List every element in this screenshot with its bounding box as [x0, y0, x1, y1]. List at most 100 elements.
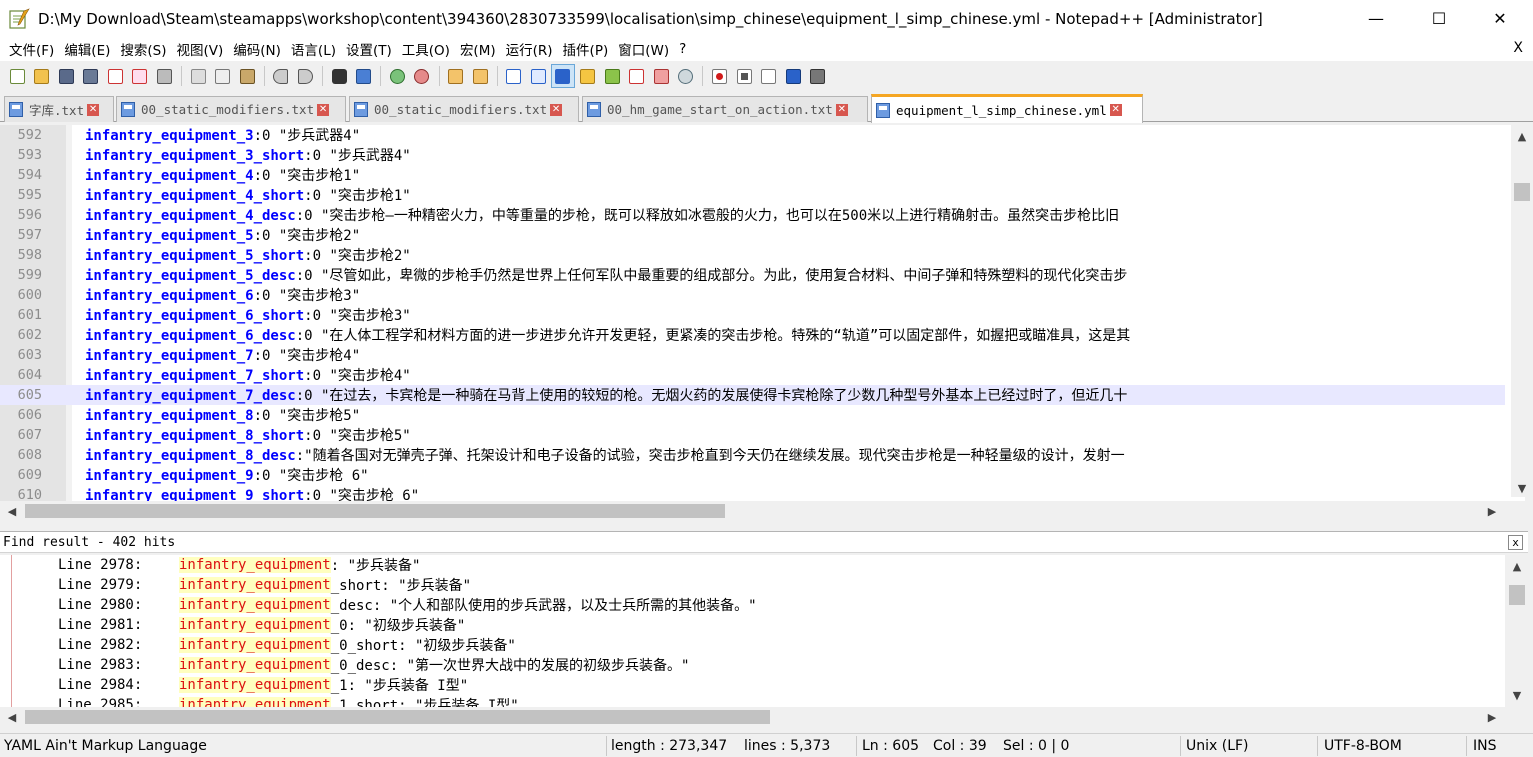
replace-icon[interactable]: [353, 65, 375, 87]
find-icon[interactable]: [328, 65, 350, 87]
find-result-line[interactable]: Line 2983: infantry_equipment _0_desc: "第一…: [0, 655, 1505, 675]
zoom-in-icon[interactable]: [386, 65, 408, 87]
menu-macro[interactable]: 宏(M): [455, 39, 501, 59]
print-icon[interactable]: [154, 65, 176, 87]
code-line[interactable]: 592 infantry_equipment_3:0 "步兵武器4": [0, 125, 1505, 145]
open-file-icon[interactable]: [31, 65, 53, 87]
scroll-right-icon[interactable]: ▶: [1482, 708, 1502, 726]
menu-encoding[interactable]: 编码(N): [228, 39, 286, 59]
code-line[interactable]: 607 infantry_equipment_8_short:0 "突击步枪5": [0, 425, 1505, 445]
play-macro-icon[interactable]: [758, 65, 780, 87]
code-line[interactable]: 606 infantry_equipment_8:0 "突击步枪5": [0, 405, 1505, 425]
save-macro-icon[interactable]: [807, 65, 829, 87]
code-line[interactable]: 593 infantry_equipment_3_short:0 "步兵武器4": [0, 145, 1505, 165]
save-icon[interactable]: [55, 65, 77, 87]
new-file-icon[interactable]: [6, 65, 28, 87]
show-all-chars-icon[interactable]: [527, 65, 549, 87]
menu-help[interactable]: ?: [674, 41, 691, 57]
scroll-up-icon[interactable]: ▲: [1507, 557, 1527, 575]
close-icon[interactable]: [104, 65, 126, 87]
menu-file[interactable]: 文件(F): [4, 39, 59, 59]
sync-horizontal-icon[interactable]: [469, 65, 491, 87]
tab-close-icon[interactable]: ✕: [1109, 104, 1122, 116]
scrollbar-thumb[interactable]: [25, 710, 770, 724]
tab-close-icon[interactable]: ✕: [317, 103, 330, 116]
menu-language[interactable]: 语言(L): [286, 39, 341, 59]
editor-horizontal-scrollbar[interactable]: ◀ ▶: [0, 501, 1505, 521]
folder-as-workspace-icon[interactable]: [650, 65, 672, 87]
stop-record-icon[interactable]: [733, 65, 755, 87]
cut-icon[interactable]: [187, 65, 209, 87]
code-line[interactable]: 609 infantry_equipment_9:0 "突击步枪 6": [0, 465, 1505, 485]
undo-icon[interactable]: [270, 65, 292, 87]
tab-static-modifiers-1[interactable]: 00_static_modifiers.txt ✕: [116, 96, 346, 122]
paste-icon[interactable]: [236, 65, 258, 87]
scroll-up-icon[interactable]: ▲: [1512, 127, 1532, 145]
record-macro-icon[interactable]: [708, 65, 730, 87]
tab-game-start-on-action[interactable]: 00_hm_game_start_on_action.txt ✕: [582, 96, 868, 122]
find-vertical-scrollbar[interactable]: ▲ ▼: [1506, 555, 1528, 705]
find-result-panel[interactable]: Line 2978: infantry_equipment: "步兵装备" Lin…: [0, 555, 1505, 707]
find-result-line[interactable]: Line 2984: infantry_equipment _1: "步兵装备 I型…: [0, 675, 1505, 695]
tab-static-modifiers-2[interactable]: 00_static_modifiers.txt ✕: [349, 96, 579, 122]
tab-zikukutxt[interactable]: 字库.txt ✕: [4, 96, 114, 122]
menu-window[interactable]: 窗口(W): [613, 39, 674, 59]
code-line[interactable]: 598 infantry_equipment_5_short:0 "突击步枪2": [0, 245, 1505, 265]
scroll-down-icon[interactable]: ▼: [1507, 686, 1527, 704]
code-line[interactable]: 596 infantry_equipment_4_desc:0 "突击步枪—一种精…: [0, 205, 1505, 225]
scrollbar-thumb[interactable]: [25, 504, 725, 518]
scroll-left-icon[interactable]: ◀: [2, 502, 22, 520]
find-result-line[interactable]: Line 2982: infantry_equipment _0_short: "初…: [0, 635, 1505, 655]
editor-vertical-scrollbar[interactable]: ▲ ▼: [1511, 125, 1533, 497]
find-result-line[interactable]: Line 2980: infantry_equipment _desc: "个人和部…: [0, 595, 1505, 615]
code-line[interactable]: 603 infantry_equipment_7:0 "突击步枪4": [0, 345, 1505, 365]
scrollbar-thumb[interactable]: [1509, 585, 1525, 605]
save-all-icon[interactable]: [80, 65, 102, 87]
code-line[interactable]: 604 infantry_equipment_7_short:0 "突击步枪4": [0, 365, 1505, 385]
code-line[interactable]: 600 infantry_equipment_6:0 "突击步枪3": [0, 285, 1505, 305]
find-result-close-button[interactable]: x: [1508, 535, 1523, 550]
scroll-right-icon[interactable]: ▶: [1482, 502, 1502, 520]
scroll-down-icon[interactable]: ▼: [1512, 479, 1532, 497]
function-list-icon[interactable]: [626, 65, 648, 87]
close-document-button[interactable]: X: [1513, 40, 1523, 56]
scrollbar-thumb[interactable]: [1514, 183, 1530, 201]
zoom-out-icon[interactable]: [411, 65, 433, 87]
maximize-button[interactable]: ☐: [1416, 0, 1462, 37]
copy-icon[interactable]: [212, 65, 234, 87]
code-line[interactable]: 599 infantry_equipment_5_desc:0 "尽管如此，卑微的…: [0, 265, 1505, 285]
user-language-icon[interactable]: [576, 65, 598, 87]
close-all-icon[interactable]: [129, 65, 151, 87]
menu-settings[interactable]: 设置(T): [341, 39, 397, 59]
menu-search[interactable]: 搜索(S): [115, 39, 171, 59]
find-result-line[interactable]: Line 2985: infantry_equipment _1_short: "步…: [0, 695, 1505, 707]
menu-run[interactable]: 运行(R): [501, 39, 558, 59]
find-horizontal-scrollbar[interactable]: ◀ ▶: [0, 707, 1505, 727]
word-wrap-icon[interactable]: [503, 65, 525, 87]
redo-icon[interactable]: [295, 65, 317, 87]
indent-guide-icon[interactable]: [550, 64, 575, 88]
menu-edit[interactable]: 编辑(E): [59, 39, 115, 59]
doc-map-icon[interactable]: [601, 65, 623, 87]
monitoring-icon[interactable]: [675, 65, 697, 87]
code-line[interactable]: 595 infantry_equipment_4_short:0 "突击步枪1": [0, 185, 1505, 205]
menu-view[interactable]: 视图(V): [172, 39, 229, 59]
current-code-line[interactable]: 605 infantry_equipment_7_desc:0 "在过去，卡宾枪是…: [0, 385, 1505, 405]
tab-close-icon[interactable]: ✕: [835, 103, 848, 116]
find-result-line[interactable]: Line 2979: infantry_equipment _short: "步兵装…: [0, 575, 1505, 595]
close-window-button[interactable]: ✕: [1477, 0, 1523, 37]
sync-vertical-icon[interactable]: [445, 65, 467, 87]
code-line[interactable]: 610 infantry_equipment_9_short:0 "突击步枪 6": [0, 485, 1505, 501]
run-macro-multiple-icon[interactable]: [782, 65, 804, 87]
code-line[interactable]: 597 infantry_equipment_5:0 "突击步枪2": [0, 225, 1505, 245]
menu-plugins[interactable]: 插件(P): [558, 39, 614, 59]
find-result-line[interactable]: Line 2981: infantry_equipment _0: "初级步兵装备": [0, 615, 1505, 635]
scroll-left-icon[interactable]: ◀: [2, 708, 22, 726]
code-editor[interactable]: 592 infantry_equipment_3:0 "步兵武器4" 593 inf…: [0, 125, 1525, 501]
code-line[interactable]: 601 infantry_equipment_6_short:0 "突击步枪3": [0, 305, 1505, 325]
minimize-button[interactable]: —: [1353, 0, 1399, 37]
code-line[interactable]: 594 infantry_equipment_4:0 "突击步枪1": [0, 165, 1505, 185]
tab-equipment-simp-chinese[interactable]: equipment_l_simp_chinese.yml ✕: [871, 94, 1143, 123]
code-line[interactable]: 608 infantry_equipment_8_desc:"随着各国对无弹壳子弹…: [0, 445, 1505, 465]
menu-tools[interactable]: 工具(O): [397, 39, 455, 59]
